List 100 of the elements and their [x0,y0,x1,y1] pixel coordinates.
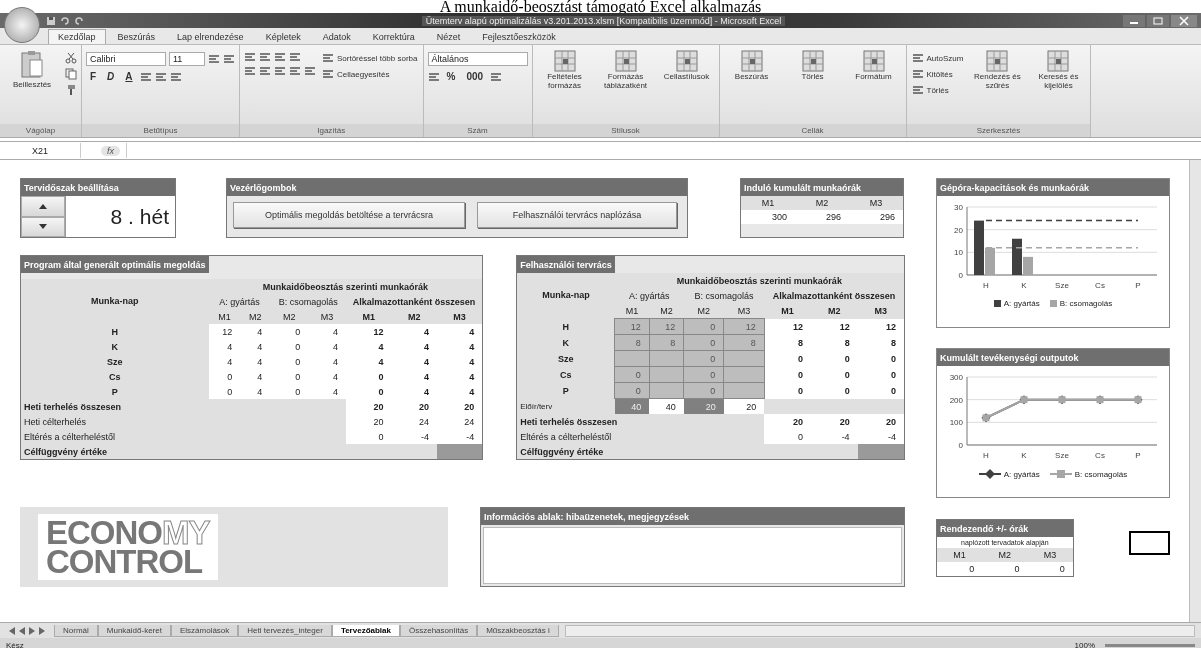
table-cell: 4 [240,354,271,369]
sheet-tab[interactable]: Munkaidő-keret [97,624,171,637]
font-size-field[interactable]: 11 [169,52,205,66]
italic-button[interactable]: D [103,70,119,83]
panel-title: Vezérlőgombok [227,179,687,196]
table-header: Munka-nap [20,279,209,324]
save-icon[interactable] [46,15,56,26]
table-header: M3 [857,303,905,319]
ribbon-button[interactable]: Rendezés és szűrés [969,48,1026,92]
table-cell: 4 [437,369,483,384]
undo-icon[interactable] [60,15,70,26]
table-cell: 12 [345,324,392,339]
bold-button[interactable]: F [86,70,101,83]
table-cell: 0 [345,384,392,399]
table-cell: 4 [240,384,271,399]
table-header: M1 [764,303,811,319]
table-cell: 0 [270,369,309,384]
brush-icon[interactable] [65,84,77,96]
table-cell: 4 [345,339,392,354]
table-cell: 0 [345,429,392,444]
copy-icon[interactable] [65,68,77,80]
table-cell: 4 [391,324,437,339]
ribbon-tab[interactable]: Képletek [255,29,311,44]
category-label: Cs [1095,451,1105,460]
table-cell[interactable]: 12 [614,318,650,335]
ribbon-button[interactable]: Formátum [845,48,902,83]
underline-button[interactable]: A [121,70,137,83]
table-header: M3 [308,309,346,324]
table-cell: 4 [308,324,346,339]
sheet-tab[interactable]: Heti tervezés_integer [238,624,332,637]
paste-button[interactable]: Beillesztés [4,48,60,91]
vertical-scrollbar[interactable] [1189,160,1201,622]
table-cell: 20 [391,399,437,414]
sheet-tab[interactable]: Elszámolások [170,624,239,637]
legend-swatch [1049,469,1072,479]
font-field[interactable]: Calibri [86,52,166,66]
ribbon-button[interactable]: Törlés [910,84,965,96]
category-label: Sze [1055,451,1069,460]
table-cell: 300 [741,210,795,224]
category-label: P [1135,451,1141,460]
table-header: M1 [208,309,241,324]
ribbon-tab[interactable]: Lap elrendezése [167,29,254,44]
control-button[interactable]: Felhasználói tervrács naplózása [477,202,677,228]
ribbon-button[interactable]: Cellastílusok [658,48,715,83]
redo-icon[interactable] [74,15,84,26]
table-cell: 4 [391,369,437,384]
clipboard-icon [20,50,44,80]
legend-label: B: csomagolás [1074,469,1128,479]
ribbon-button[interactable]: Formázás táblázatként [597,48,654,92]
ribbon-button[interactable]: Cellaegyesítés [321,68,419,80]
row-label: Heti terhelés összesen [20,399,346,414]
ribbon-tab[interactable]: Kezdőlap [48,29,106,44]
ribbon-button[interactable]: Beszúrás [723,48,780,83]
table-cell: 4 [437,339,483,354]
scissors-icon[interactable] [65,52,77,64]
ribbon-tab[interactable]: Adatok [312,29,361,44]
tick-label: 30 [954,203,963,212]
zoom-level: 100% [1074,641,1095,648]
ribbon-button[interactable]: Sortöréssel több sorba [321,52,419,64]
selected-cell[interactable] [1128,531,1170,555]
minimize-icon[interactable] [1123,14,1145,27]
ribbon-button[interactable]: AutoSzum [910,52,965,64]
sheet-tab[interactable]: Normál [54,624,98,637]
spin-up-button[interactable] [21,196,65,217]
ribbon-button[interactable]: Törlés [784,48,841,83]
spin-down-button[interactable] [21,216,65,237]
table-title: Program által generált optimális megoldás [21,256,209,273]
name-box[interactable]: X21 [0,143,81,158]
close-icon[interactable] [1171,14,1197,27]
function-button[interactable]: fx [101,145,120,156]
table-cell[interactable]: 12 [723,318,765,335]
sheet-tab[interactable]: Tervezőablak [331,624,400,637]
number-format-button[interactable]: % [442,70,460,83]
sheet-tab[interactable]: Műszakbeosztás i [477,624,559,637]
ribbon-tab[interactable]: Beszúrás [107,29,166,44]
category-label: P [1135,281,1141,290]
table-cell: -4 [391,429,437,444]
table-icon [862,50,885,72]
window-title: Ütemterv alapú optimalizálás v3.201.2013.xlsm [Kompatibilis üzemmód] - Microsoft Excel [421,15,786,26]
table-cell: 4 [308,384,346,399]
row-label: Célfüggvény értéke [20,444,437,460]
ribbon-button[interactable]: Feltételes formázás [536,48,593,92]
panel-title: Rendezendő +/- órák [937,520,1073,537]
maximize-icon[interactable] [1147,14,1169,27]
number-format-field[interactable]: Általános [427,52,528,66]
ribbon-tab[interactable]: Fejlesztőeszközök [472,29,566,44]
control-button[interactable]: Optimális megoldás betöltése a tervrácsra [233,202,465,228]
ribbon-button[interactable]: Keresés és kijelölés [1030,48,1087,92]
row-header: K [20,339,209,354]
table-cell[interactable]: 0 [683,318,724,335]
number-format-button[interactable]: 000 [462,70,488,83]
ribbon-tab[interactable]: Nézet [426,29,471,44]
horizontal-scrollbar[interactable] [564,624,1195,637]
ribbon-tab[interactable]: Korrektúra [362,29,425,44]
sheet-tab[interactable]: Összehasonlítás [400,624,478,637]
ribbon-button[interactable]: Kitöltés [910,68,965,80]
table-cell[interactable]: 12 [649,318,684,335]
table-cell: 24 [391,414,437,429]
row-header: Sze [20,354,209,369]
align-left-icon[interactable] [244,66,256,76]
